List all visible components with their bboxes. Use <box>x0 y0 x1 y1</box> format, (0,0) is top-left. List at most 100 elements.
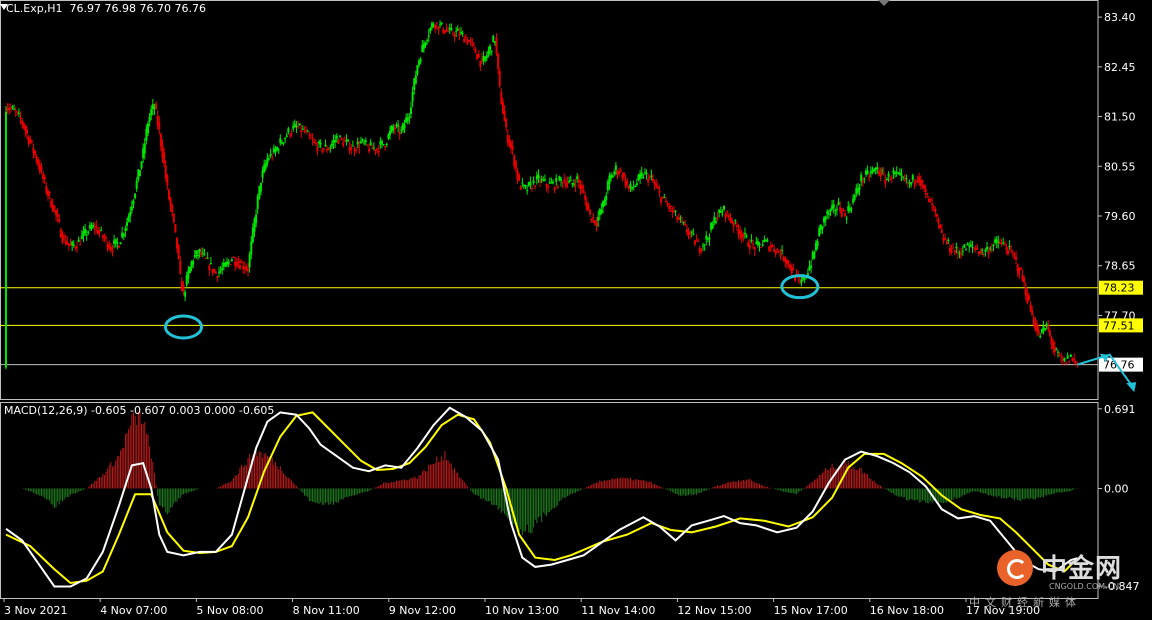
candle-body <box>158 122 161 130</box>
candle-body <box>605 195 608 201</box>
candle-body <box>669 205 672 207</box>
candle-body <box>968 246 971 248</box>
price-tick-label: 81.50 <box>1104 111 1136 124</box>
level-label: 78.23 <box>1103 282 1135 295</box>
candle-body <box>179 260 182 274</box>
candle-body <box>335 135 338 139</box>
candle-body <box>590 218 593 222</box>
candle-body <box>882 173 885 175</box>
candle-body <box>277 149 280 151</box>
candle-body <box>960 253 963 256</box>
candle-body <box>834 210 837 212</box>
candle-body <box>426 40 429 42</box>
candle-body <box>540 178 543 180</box>
candle-body <box>435 22 438 24</box>
candle-body <box>87 231 90 233</box>
candle-body <box>382 144 385 146</box>
candle-body <box>429 27 432 32</box>
candle-body <box>681 220 684 222</box>
candle-body <box>298 123 301 126</box>
candle-body <box>576 176 579 180</box>
candle-body <box>498 70 501 87</box>
watermark-subtitle: 中文财经新媒体 <box>969 596 1081 609</box>
candle-body <box>1056 351 1059 353</box>
candle-body <box>714 221 717 223</box>
candle-body <box>174 224 177 233</box>
candle-body <box>821 226 824 230</box>
candle-body <box>537 174 540 179</box>
candle-body <box>900 174 903 176</box>
price-tick-label: 80.55 <box>1104 160 1136 173</box>
candle-body <box>389 130 392 136</box>
candle-body <box>560 178 563 181</box>
candle-body <box>860 174 863 182</box>
candle-body <box>25 129 28 134</box>
candle-body <box>177 245 180 259</box>
candle-body <box>206 257 209 259</box>
candle-body <box>653 181 656 185</box>
candle-body <box>839 207 842 212</box>
candle-body <box>169 198 172 207</box>
candle-body <box>229 264 232 266</box>
candle-body <box>437 26 440 31</box>
macd-tick-label: 0.00 <box>1104 482 1129 495</box>
candle-body <box>342 142 345 146</box>
candle-body <box>267 158 270 160</box>
candle-body <box>679 217 682 219</box>
time-tick-label: 9 Nov 12:00 <box>389 604 456 617</box>
candle-body <box>777 250 780 253</box>
candle-body <box>640 172 643 177</box>
candle-body <box>985 247 988 250</box>
watermark-name: 中金网 <box>1041 554 1123 584</box>
candle-body <box>723 206 726 210</box>
candle-body <box>813 251 816 258</box>
candle-body <box>743 232 746 234</box>
candle-body <box>90 227 93 229</box>
candle-body <box>285 135 288 137</box>
candle-body <box>1063 357 1066 361</box>
candle-body <box>727 215 730 218</box>
candle-body <box>80 235 83 239</box>
price-tick-label: 82.45 <box>1104 61 1136 74</box>
candle-body <box>690 231 693 233</box>
candle-body <box>652 178 655 182</box>
candle-body <box>913 182 916 184</box>
candle-body <box>318 141 321 144</box>
candle-body <box>316 147 319 152</box>
candle-body <box>748 244 751 249</box>
candle-body <box>1002 242 1005 244</box>
candle-body <box>489 45 492 51</box>
candle-body <box>626 181 629 185</box>
candle-body <box>789 264 792 269</box>
candle-body <box>702 245 705 247</box>
candle-body <box>195 250 198 255</box>
time-tick-label: 3 Nov 2021 <box>4 604 67 617</box>
candle-body <box>366 144 369 146</box>
candle-body <box>582 189 585 193</box>
candle-body <box>319 142 322 145</box>
candle-body <box>5 111 7 368</box>
candle-body <box>37 160 40 166</box>
candle-body <box>526 190 529 192</box>
candle-body <box>910 182 913 185</box>
candle-body <box>726 211 729 213</box>
candle-body <box>419 59 422 62</box>
candle-body <box>776 248 779 250</box>
candle-body <box>600 209 603 214</box>
candle-body <box>184 291 187 297</box>
chart-canvas: 83.4082.4581.5080.5579.6078.6577.7078.23… <box>0 0 1143 617</box>
candle-body <box>188 267 191 274</box>
candle-body <box>372 147 375 149</box>
candle-body <box>456 28 459 31</box>
candle-body <box>469 40 472 42</box>
candle-body <box>117 245 120 248</box>
candle-body <box>561 182 564 184</box>
candle-body <box>850 208 853 210</box>
candle-body <box>146 123 149 134</box>
candle-body <box>750 239 753 242</box>
candle-body <box>792 268 795 271</box>
scroll-pointer-icon[interactable] <box>878 0 890 6</box>
candle-body <box>53 205 56 210</box>
candle-body <box>929 199 932 201</box>
candle-body <box>358 146 361 148</box>
